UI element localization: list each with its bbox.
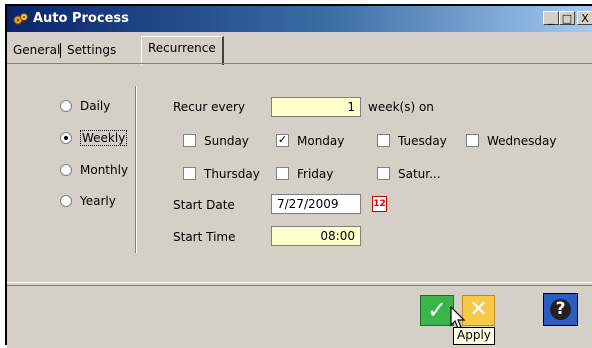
gears-icon	[13, 13, 28, 25]
ok-button[interactable]: ✓	[420, 295, 454, 326]
start-date-label: Start Date	[173, 198, 235, 212]
checkbox-tuesday-label: Tuesday	[398, 134, 447, 148]
auto-process-window: Auto Process _ □ X General Settings Recu…	[5, 4, 592, 348]
x-icon: ✕	[469, 297, 488, 322]
apply-tooltip: Apply	[453, 327, 495, 345]
radio-daily[interactable]: Daily	[60, 97, 110, 115]
start-time-input[interactable]: 08:00	[271, 226, 361, 246]
radio-weekly-label: Weekly	[80, 130, 128, 146]
calendar-icon[interactable]: 12	[372, 196, 387, 212]
radio-daily-label: Daily	[80, 99, 111, 113]
recur-every-label: Recur every	[173, 100, 246, 114]
checkbox-wednesday[interactable]: Wednesday	[466, 132, 556, 150]
checkbox-box[interactable]	[276, 167, 289, 180]
checkbox-sunday[interactable]: Sunday	[183, 132, 249, 150]
tab-settings[interactable]: Settings	[61, 40, 122, 60]
maximize-button[interactable]: □	[559, 11, 575, 25]
question-icon: ?	[550, 299, 571, 320]
radio-circle[interactable]	[60, 194, 72, 207]
start-time-label: Start Time	[173, 230, 236, 244]
recur-every-suffix: week(s) on	[368, 100, 434, 114]
checkbox-tuesday[interactable]: Tuesday	[377, 132, 447, 150]
checkbox-saturday-label: Satur...	[398, 167, 441, 181]
vertical-divider	[135, 86, 137, 253]
checkbox-wednesday-label: Wednesday	[487, 134, 557, 148]
radio-monthly-label: Monthly	[80, 163, 129, 177]
start-date-input[interactable]: 7/27/2009	[271, 194, 361, 214]
tab-recurrence[interactable]: Recurrence	[141, 36, 224, 65]
checkbox-friday[interactable]: Friday	[276, 165, 333, 183]
radio-circle[interactable]	[60, 163, 72, 176]
radio-circle-selected[interactable]	[60, 131, 72, 144]
radio-circle[interactable]	[60, 99, 72, 112]
screen: Auto Process _ □ X General Settings Recu…	[0, 0, 592, 348]
radio-monthly[interactable]: Monthly	[60, 161, 128, 179]
checkbox-monday[interactable]: ✓ Monday	[276, 132, 344, 150]
minimize-button[interactable]: _	[543, 11, 559, 25]
button-bar	[7, 285, 592, 348]
checkbox-box[interactable]	[466, 134, 479, 147]
checkbox-sunday-label: Sunday	[204, 134, 249, 148]
checkbox-thursday-label: Thursday	[204, 167, 260, 181]
checkbox-monday-label: Monday	[297, 134, 345, 148]
checkmark-icon: ✓	[426, 296, 448, 324]
checkbox-box[interactable]	[377, 134, 390, 147]
radio-yearly[interactable]: Yearly	[60, 192, 116, 210]
checkbox-box[interactable]	[377, 167, 390, 180]
recur-every-input[interactable]: 1	[271, 97, 361, 117]
checkmark-icon[interactable]: ✓	[276, 134, 289, 147]
help-button[interactable]: ?	[543, 293, 578, 326]
checkbox-friday-label: Friday	[297, 167, 334, 181]
checkbox-box[interactable]	[183, 167, 196, 180]
close-button[interactable]: X	[577, 11, 592, 25]
radio-weekly[interactable]: Weekly	[60, 129, 128, 147]
title-bar[interactable]: Auto Process _ □ X	[7, 6, 592, 32]
checkbox-saturday[interactable]: Satur...	[377, 165, 441, 183]
radio-yearly-label: Yearly	[80, 194, 116, 208]
checkbox-box[interactable]	[183, 134, 196, 147]
checkbox-thursday[interactable]: Thursday	[183, 165, 260, 183]
window-title: Auto Process	[33, 11, 129, 26]
tab-general[interactable]: General	[7, 40, 66, 60]
